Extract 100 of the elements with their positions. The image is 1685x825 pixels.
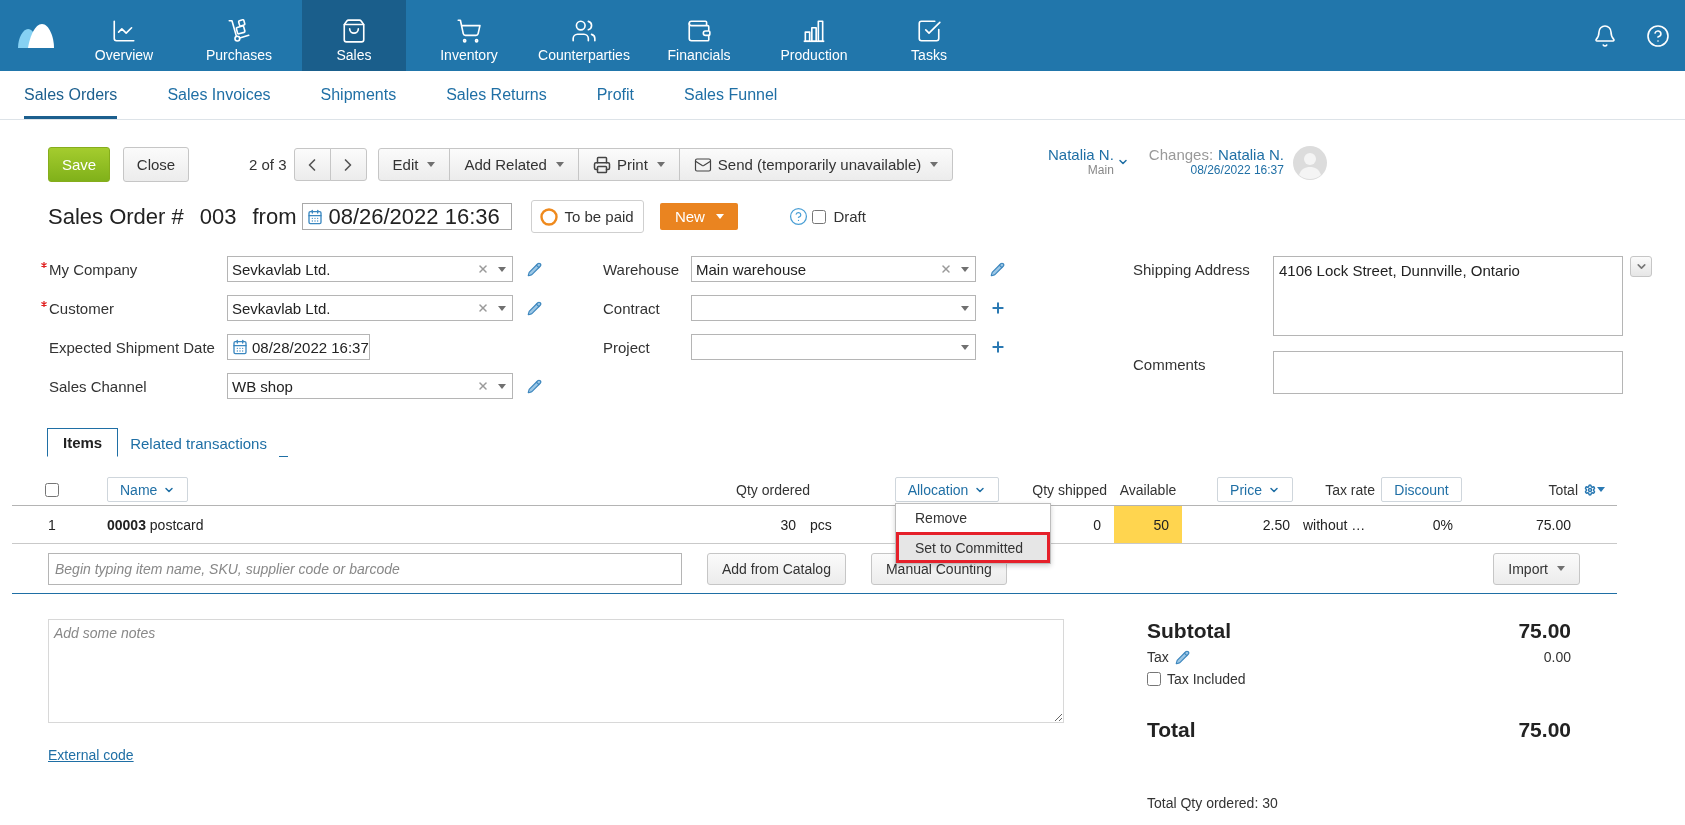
nav-item[interactable]: Purchases bbox=[187, 0, 291, 71]
bell-icon[interactable] bbox=[1593, 23, 1617, 48]
add-from-catalog-button[interactable]: Add from Catalog bbox=[707, 552, 846, 585]
draft-checkbox[interactable] bbox=[812, 209, 827, 224]
menu-item[interactable]: Remove bbox=[896, 504, 1050, 532]
help-icon[interactable] bbox=[789, 207, 809, 226]
field-label: Sales Channel bbox=[49, 377, 148, 395]
comments-field[interactable] bbox=[1273, 351, 1623, 394]
nav-item[interactable]: Overview bbox=[72, 0, 176, 71]
wallet-icon bbox=[686, 18, 712, 44]
action-menu-button[interactable]: Add Related bbox=[449, 148, 579, 181]
external-code-link[interactable]: External code bbox=[48, 747, 134, 763]
plus-icon[interactable] bbox=[990, 300, 1006, 316]
pencil-icon[interactable] bbox=[527, 261, 542, 277]
select-field[interactable]: Main warehouse bbox=[691, 256, 976, 282]
field-label: Warehouse bbox=[603, 260, 681, 278]
quantity: 30 bbox=[780, 516, 796, 533]
nav-item[interactable]: Production bbox=[762, 0, 866, 71]
item-name[interactable]: 00003 postcard bbox=[107, 516, 204, 533]
tax-value: 0.00 bbox=[1543, 649, 1571, 665]
select-field[interactable]: Sevkavlab Ltd. bbox=[227, 295, 513, 321]
tax-rate: without … bbox=[1303, 516, 1366, 533]
caret-icon[interactable] bbox=[961, 344, 969, 350]
select-field[interactable]: Sevkavlab Ltd. bbox=[227, 256, 513, 282]
select-field[interactable] bbox=[691, 334, 976, 360]
field-label: Comments bbox=[1133, 355, 1207, 373]
clear-icon[interactable] bbox=[477, 263, 489, 275]
logo-icon[interactable] bbox=[18, 23, 54, 48]
column-header: Qty ordered bbox=[736, 481, 810, 498]
column-header-button[interactable]: Name bbox=[107, 477, 189, 502]
from-label: from bbox=[252, 203, 297, 230]
caret-icon[interactable] bbox=[961, 305, 969, 311]
pencil-icon[interactable] bbox=[527, 378, 542, 394]
menu-item[interactable]: Set to Committed bbox=[896, 532, 1050, 563]
calendar-icon[interactable] bbox=[307, 208, 324, 225]
section-tab[interactable]: Sales Orders bbox=[24, 71, 118, 119]
caret-icon[interactable] bbox=[1597, 487, 1605, 492]
notes-field[interactable]: Add some notes bbox=[48, 619, 1064, 723]
caret-icon[interactable] bbox=[498, 266, 506, 272]
pager-text: 2 of 3 bbox=[249, 156, 287, 173]
shopping-bag-icon bbox=[341, 18, 367, 44]
caret-icon bbox=[427, 162, 436, 167]
close-button[interactable]: Close bbox=[123, 147, 189, 182]
nav-item[interactable]: Counterparties bbox=[532, 0, 636, 71]
section-tab[interactable]: Shipments bbox=[320, 71, 397, 119]
tax-label: Tax bbox=[1147, 649, 1169, 665]
checked-square-icon bbox=[916, 18, 942, 44]
caret-icon[interactable] bbox=[961, 266, 969, 272]
action-menu-button[interactable]: Send (temporarily unavailable) bbox=[678, 148, 954, 181]
pencil-icon[interactable] bbox=[527, 300, 542, 316]
address-field[interactable]: 4106 Lock Street, Dunnville, Ontario bbox=[1273, 256, 1623, 336]
field-label: Expected Shipment Date bbox=[49, 338, 216, 356]
field-label: Customer bbox=[49, 299, 116, 317]
total-label: Total bbox=[1147, 718, 1196, 742]
clear-icon[interactable] bbox=[940, 263, 952, 275]
calendar-icon[interactable] bbox=[232, 339, 248, 355]
action-menu-button[interactable]: Edit bbox=[377, 148, 451, 181]
subtotal-label: Subtotal bbox=[1147, 619, 1231, 643]
field-label: Contract bbox=[603, 299, 661, 317]
avatar-icon bbox=[1292, 146, 1327, 180]
nav-item[interactable]: Sales bbox=[302, 0, 406, 71]
items-tab[interactable]: Items bbox=[47, 428, 119, 457]
address-dropdown-button[interactable] bbox=[1630, 256, 1652, 277]
shopping-cart-icon bbox=[456, 18, 482, 44]
pencil-icon[interactable] bbox=[1174, 649, 1190, 665]
printer-icon bbox=[592, 155, 611, 174]
clear-icon[interactable] bbox=[477, 302, 489, 314]
owner-name[interactable]: Natalia N. bbox=[1048, 146, 1114, 163]
changed-by-name[interactable]: Natalia N. bbox=[1218, 146, 1284, 163]
caret-icon[interactable] bbox=[498, 383, 506, 389]
caret-icon bbox=[1557, 566, 1565, 571]
column-header-button[interactable]: Price bbox=[1217, 477, 1293, 502]
action-menu-button[interactable]: Print bbox=[577, 148, 680, 181]
item-search-field[interactable]: Begin typing item name, SKU, supplier code or barcode bbox=[48, 552, 682, 585]
section-tab[interactable]: Sales Funnel bbox=[684, 71, 778, 119]
column-header: Tax rate bbox=[1325, 481, 1375, 498]
nav-item[interactable]: Financials bbox=[647, 0, 751, 71]
column-header-button[interactable]: Allocation bbox=[894, 477, 1000, 502]
plus-icon[interactable] bbox=[990, 339, 1006, 355]
caret-icon bbox=[656, 162, 665, 167]
gear-icon[interactable] bbox=[1584, 483, 1596, 496]
people-icon bbox=[571, 18, 597, 44]
nav-item[interactable]: Inventory bbox=[417, 0, 521, 71]
pencil-icon[interactable] bbox=[990, 261, 1005, 277]
column-header-button[interactable]: Discount bbox=[1381, 477, 1462, 502]
clear-icon[interactable] bbox=[477, 380, 489, 392]
tax-included-checkbox[interactable] bbox=[1147, 672, 1161, 686]
date-field[interactable]: 08/26/2022 16:36 bbox=[302, 203, 513, 230]
section-tab[interactable]: Profit bbox=[596, 71, 634, 119]
row-number: 1 bbox=[48, 516, 56, 533]
select-field[interactable]: WB shop bbox=[227, 373, 513, 399]
nav-item[interactable]: Tasks bbox=[877, 0, 981, 71]
section-tab[interactable]: Sales Returns bbox=[446, 71, 547, 119]
select-field[interactable] bbox=[691, 295, 976, 321]
payment-status-button[interactable]: To be paid bbox=[531, 200, 645, 233]
section-tab[interactable]: Sales Invoices bbox=[167, 71, 271, 119]
import-button[interactable]: Import bbox=[1493, 552, 1580, 585]
date-field[interactable]: 08/28/2022 16:37 bbox=[227, 334, 370, 360]
caret-icon[interactable] bbox=[498, 305, 506, 311]
select-all-checkbox[interactable] bbox=[45, 482, 59, 497]
